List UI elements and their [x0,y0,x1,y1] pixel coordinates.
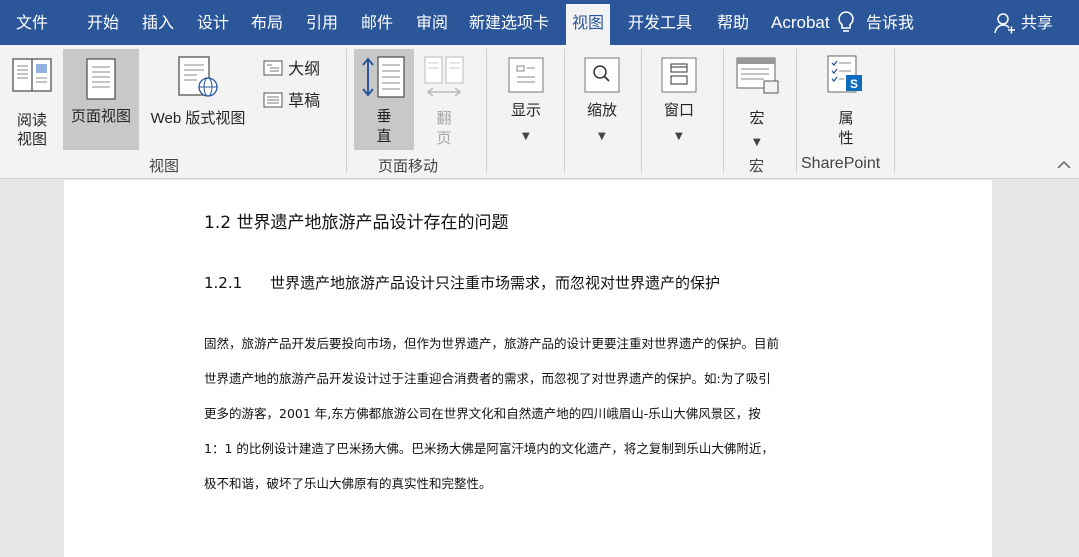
tab-file[interactable]: 文件 [16,0,48,45]
tab-acrobat[interactable]: Acrobat [771,0,830,45]
share-button[interactable]: 共享 [1021,0,1053,45]
group-separator [564,49,565,173]
tab-help[interactable]: 帮助 [717,0,749,45]
paragraph-line[interactable]: 固然，旅游产品开发后要投向市场，但作为世界遗产，旅游产品的设计更要注重对世界遗产… [204,333,779,352]
macros-button[interactable]: 宏 ▼ [728,51,786,151]
chevron-down-icon: ▼ [598,131,606,142]
sharepoint-properties-icon: S [827,55,862,93]
tab-design[interactable]: 设计 [197,0,229,45]
book-icon [12,58,52,92]
paragraph-line[interactable]: 更多的游客，2001 年,东方佛都旅游公司在世界文化和自然遗产地的四川峨眉山-乐… [204,403,761,422]
tab-view[interactable]: 视图 [566,4,611,45]
window-label: 窗口 [663,101,694,119]
window-button[interactable]: 窗口 ▼ [645,51,713,151]
views-group-label: 视图 [149,157,180,175]
tell-me-search[interactable]: 告诉我 [866,0,914,45]
vertical-button[interactable]: 垂 直 [354,49,414,150]
tab-mailings[interactable]: 邮件 [361,0,393,45]
share-person-icon[interactable] [994,11,1016,35]
outline-label: 大纲 [288,59,321,78]
tab-insert[interactable]: 插入 [142,0,174,45]
ribbon-panel: 阅读 视图 页面视图 Web 版式视图 大纲 草稿 视图 垂 直 翻 页 页面移… [0,45,1079,179]
heading-3-number: 1.2.1 [204,274,243,292]
chevron-down-icon: ▼ [675,131,683,142]
macros-group-label: 宏 [749,157,765,175]
heading-2[interactable]: 1.2 世界遗产地旅游产品设计存在的问题 [204,208,508,233]
show-label: 显示 [510,101,541,119]
zoom-label: 缩放 [586,101,617,119]
properties-label-2: 性 [838,129,854,147]
web-layout-label: Web 版式视图 [150,110,246,127]
draft-button[interactable]: 草稿 [263,87,320,111]
page-icon [86,58,116,100]
side-to-side-button[interactable]: 翻 页 [416,51,472,151]
read-mode-label-2: 视图 [16,130,47,148]
outline-button[interactable]: 大纲 [263,55,320,79]
print-layout-label: 页面视图 [70,107,131,125]
vertical-label-1: 垂 [376,107,392,125]
tab-review[interactable]: 审阅 [416,0,448,45]
document-canvas[interactable]: 1.2 世界遗产地旅游产品设计存在的问题 1.2.1 世界遗产地旅游产品设计只注重… [0,180,1079,557]
window-icon [661,57,697,93]
side-label-1: 翻 [436,109,452,127]
outline-icon [263,60,283,76]
ribbon-tab-bar: 文件 开始 插入 设计 布局 引用 邮件 审阅 新建选项卡 视图 开发工具 帮助… [0,0,1079,45]
read-mode-button[interactable]: 阅读 视图 [6,51,58,151]
web-layout-button[interactable]: Web 版式视图 [141,51,255,151]
vertical-scroll-icon [362,56,405,98]
group-separator [894,49,895,173]
tab-new-tab[interactable]: 新建选项卡 [469,0,549,45]
group-separator [486,49,487,173]
chevron-down-icon: ▼ [522,131,530,142]
svg-text:S: S [850,77,858,91]
tab-home[interactable]: 开始 [87,0,119,45]
draft-icon [263,92,283,108]
show-icon [508,57,544,93]
sharepoint-group-label: SharePoint [801,155,881,172]
properties-button[interactable]: S 属 性 [806,51,886,151]
paragraph-line[interactable]: 世界遗产地的旅游产品开发设计过于注重迎合消费者的需求，而忽视了对世界遗产的保护。… [204,368,771,387]
macros-label: 宏 [749,109,765,127]
print-layout-button[interactable]: 页面视图 [63,49,139,150]
document-page[interactable]: 1.2 世界遗产地旅游产品设计存在的问题 1.2.1 世界遗产地旅游产品设计只注重… [64,180,992,557]
side-to-side-icon [424,56,464,97]
collapse-ribbon-icon[interactable] [1057,160,1071,170]
heading-3-text: 世界遗产地旅游产品设计只注重市场需求，而忽视对世界遗产的保护 [270,274,721,292]
heading-3[interactable]: 1.2.1 世界遗产地旅游产品设计只注重市场需求，而忽视对世界遗产的保护 [204,272,720,293]
show-button[interactable]: 显示 ▼ [492,51,560,151]
draft-label: 草稿 [288,91,321,110]
tab-layout[interactable]: 布局 [251,0,283,45]
magnifier-icon [584,57,620,93]
group-separator [723,49,724,173]
properties-label-1: 属 [838,109,854,127]
paragraph-line[interactable]: 极不和谐，破坏了乐山大佛原有的真实性和完整性。 [204,473,492,492]
tab-developer[interactable]: 开发工具 [628,0,692,45]
vertical-label-2: 直 [376,127,392,145]
tab-references[interactable]: 引用 [306,0,338,45]
macro-icon [736,57,779,94]
group-separator [641,49,642,173]
zoom-button[interactable]: 缩放 ▼ [568,51,636,151]
side-label-2: 页 [436,129,452,147]
paragraph-line[interactable]: 1：1 的比例设计建造了巴米扬大佛。巴米扬大佛是阿富汗境内的文化遗产，将之复制到… [204,438,774,457]
group-separator [346,49,347,173]
web-page-icon [178,56,218,97]
lightbulb-icon[interactable] [835,9,857,35]
page-movement-group-label: 页面移动 [378,157,439,175]
group-separator [796,49,797,173]
chevron-down-icon: ▼ [753,137,761,148]
read-mode-label-1: 阅读 [16,111,47,129]
